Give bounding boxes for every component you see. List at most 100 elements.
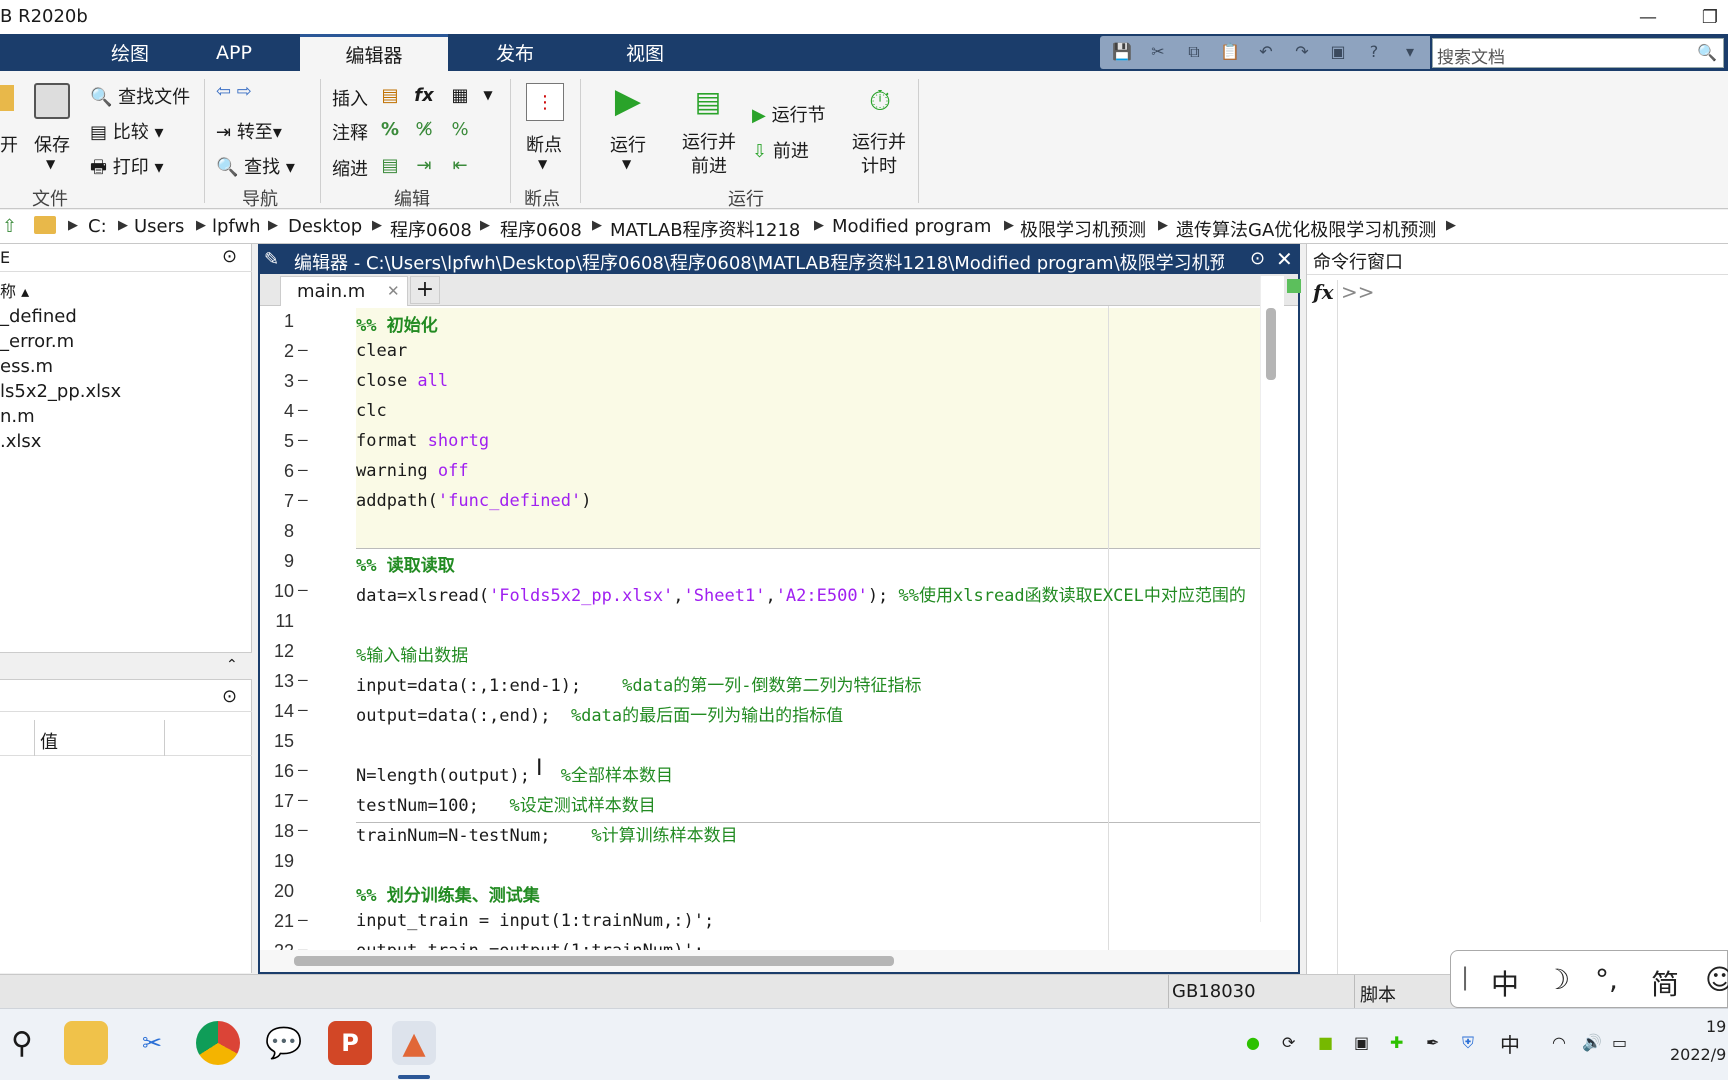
code-line[interactable]: 2— clear (260, 336, 1260, 366)
battery-icon[interactable]: ▭ (1612, 1033, 1627, 1052)
dropdown-icon[interactable]: ▾ (1398, 41, 1422, 63)
powerpoint-icon[interactable]: P (328, 1021, 372, 1065)
breakpoint-marker[interactable]: — (298, 760, 308, 779)
panel-menu-icon[interactable]: ⊙ (222, 246, 237, 267)
file-item[interactable]: _defined (0, 306, 77, 327)
code-line[interactable]: 4— clc (260, 396, 1260, 426)
decrease-indent-icon[interactable]: ⇤ (448, 153, 472, 177)
file-item[interactable]: ls5x2_pp.xlsx (0, 381, 121, 402)
code-line[interactable]: 8 (260, 516, 1260, 546)
line-number[interactable]: 9 (260, 551, 294, 572)
tab-view[interactable]: 视图 (580, 34, 710, 71)
line-number[interactable]: 16 (260, 761, 294, 782)
restore-button[interactable]: ❐ (1680, 2, 1728, 32)
save-icon[interactable]: 💾 (1110, 41, 1134, 63)
line-number[interactable]: 17 (260, 791, 294, 812)
code-line[interactable]: 14— output=data(:,end); %data的最后面一列为输出的指标… (260, 696, 1260, 726)
breakpoints-button[interactable]: 断点 (526, 131, 562, 157)
line-number[interactable]: 19 (260, 851, 294, 872)
path-segment[interactable]: C: (88, 216, 107, 237)
indent-button[interactable]: 缩进 (332, 155, 368, 181)
code-line[interactable]: 1 %% 初始化 (260, 306, 1260, 336)
run-advance-icon[interactable]: ▤ (690, 83, 726, 119)
search-icon[interactable]: ⚲ (0, 1021, 44, 1065)
breakpoints-icon[interactable]: ⋮ (526, 83, 564, 121)
search-documentation[interactable]: 搜索文档 🔍 (1432, 38, 1724, 68)
matlab-icon[interactable]: ▲ (392, 1021, 436, 1065)
code-line[interactable]: 5— format shortg (260, 426, 1260, 456)
tray-input-language[interactable]: 中 (1500, 1029, 1520, 1058)
save-dropdown-icon[interactable]: ▼ (46, 157, 55, 171)
breakpoint-marker[interactable]: — (298, 400, 308, 419)
fx-icon[interactable]: fx (1313, 280, 1334, 304)
line-number[interactable]: 20 (260, 881, 294, 902)
ime-language-toggle[interactable]: 中 (1491, 963, 1519, 1003)
line-number[interactable]: 10 (260, 581, 294, 602)
tab-publish[interactable]: 发布 (450, 34, 580, 71)
insert-function-icon[interactable]: ▦ (448, 83, 472, 107)
media-tray-icon[interactable]: ▣ (1354, 1033, 1369, 1052)
nvidia-tray-icon[interactable]: ■ (1318, 1033, 1333, 1052)
hscroll-thumb[interactable] (294, 956, 894, 966)
code-line[interactable]: 18— trainNum=N-testNum; %计算训练样本数目 (260, 816, 1260, 846)
breakpoint-marker[interactable]: — (298, 370, 308, 389)
editor-menu-icon[interactable]: ⊙ (1250, 248, 1265, 269)
line-number[interactable]: 1 (260, 311, 294, 332)
path-segment[interactable]: Modified program (832, 216, 991, 237)
line-number[interactable]: 4 (260, 401, 294, 422)
sync-tray-icon[interactable]: ⟳ (1282, 1033, 1295, 1052)
shield-tray-icon[interactable]: ⛨ (1462, 1033, 1474, 1053)
find-button[interactable]: 🔍 查找 ▾ (216, 153, 295, 179)
line-number[interactable]: 8 (260, 521, 294, 542)
run-dropdown-icon[interactable]: ▼ (622, 157, 631, 171)
line-number[interactable]: 3 (260, 371, 294, 392)
value-column-header[interactable]: 值 (40, 728, 58, 754)
breakpoint-marker[interactable]: — (298, 790, 308, 809)
breakpoint-marker[interactable]: — (298, 430, 308, 449)
open-label[interactable]: 开 (0, 131, 18, 157)
line-number[interactable]: 12 (260, 641, 294, 662)
save-button[interactable]: 保存 (34, 131, 70, 157)
line-number[interactable]: 13 (260, 671, 294, 692)
insert-button[interactable]: 插入 (332, 85, 368, 111)
breakpoint-marker[interactable]: — (298, 910, 308, 929)
code-line[interactable]: 12 %输入输出数据 (260, 636, 1260, 666)
vertical-scrollbar[interactable] (1260, 276, 1301, 922)
chevron-up-icon[interactable]: ⌃ (226, 657, 238, 673)
code-line[interactable]: 19 (260, 846, 1260, 876)
breakpoints-dropdown-icon[interactable]: ▼ (538, 157, 547, 171)
file-explorer-icon[interactable] (64, 1021, 108, 1065)
paste-icon[interactable]: 📋 (1218, 41, 1242, 63)
breakpoint-marker[interactable]: — (298, 340, 308, 359)
line-number[interactable]: 11 (260, 611, 294, 632)
wechat-tray-icon[interactable]: ● (1246, 1033, 1260, 1052)
scrollbar-thumb[interactable] (1266, 308, 1276, 380)
wifi-icon[interactable]: ◠ (1552, 1033, 1566, 1052)
run-button[interactable]: 运行 (610, 131, 646, 157)
run-section-button[interactable]: ▶ 运行节 (752, 101, 826, 127)
close-tab-icon[interactable]: ✕ (387, 282, 400, 300)
ime-simplified-toggle[interactable]: 简 (1651, 963, 1679, 1003)
volume-icon[interactable]: 🔊 (1582, 1033, 1602, 1052)
chrome-icon[interactable] (196, 1021, 240, 1065)
breakpoint-marker[interactable]: — (298, 700, 308, 719)
minimize-button[interactable]: — (1618, 2, 1678, 32)
path-segment[interactable]: MATLAB程序资料1218 (610, 216, 800, 242)
search-icon[interactable]: 🔍 (1697, 43, 1717, 62)
compare-button[interactable]: ▤ 比较 ▾ (90, 118, 164, 144)
increase-indent-icon[interactable]: ⇥ (412, 153, 436, 177)
clock-date[interactable]: 2022/9 (1670, 1045, 1726, 1064)
breakpoint-marker[interactable]: — (298, 670, 308, 689)
ime-emoji-icon[interactable]: ☺ (1705, 963, 1728, 996)
file-item[interactable]: n.m (0, 406, 35, 427)
command-window[interactable]: 命令行窗口 fx >> (1306, 244, 1728, 974)
cut-icon[interactable]: ✂ (1146, 41, 1170, 63)
tab-apps[interactable]: APP (170, 34, 298, 71)
path-segment[interactable]: Users (134, 216, 184, 237)
wrap-comment-icon[interactable]: % (448, 117, 472, 141)
code-line[interactable]: 17— testNum=100; %设定测试样本数目 (260, 786, 1260, 816)
breakpoint-marker[interactable]: — (298, 580, 308, 599)
smart-indent-icon[interactable]: ▤ (378, 153, 402, 177)
details-bar[interactable]: ⌃ (0, 652, 252, 680)
breakpoint-marker[interactable]: — (298, 460, 308, 479)
